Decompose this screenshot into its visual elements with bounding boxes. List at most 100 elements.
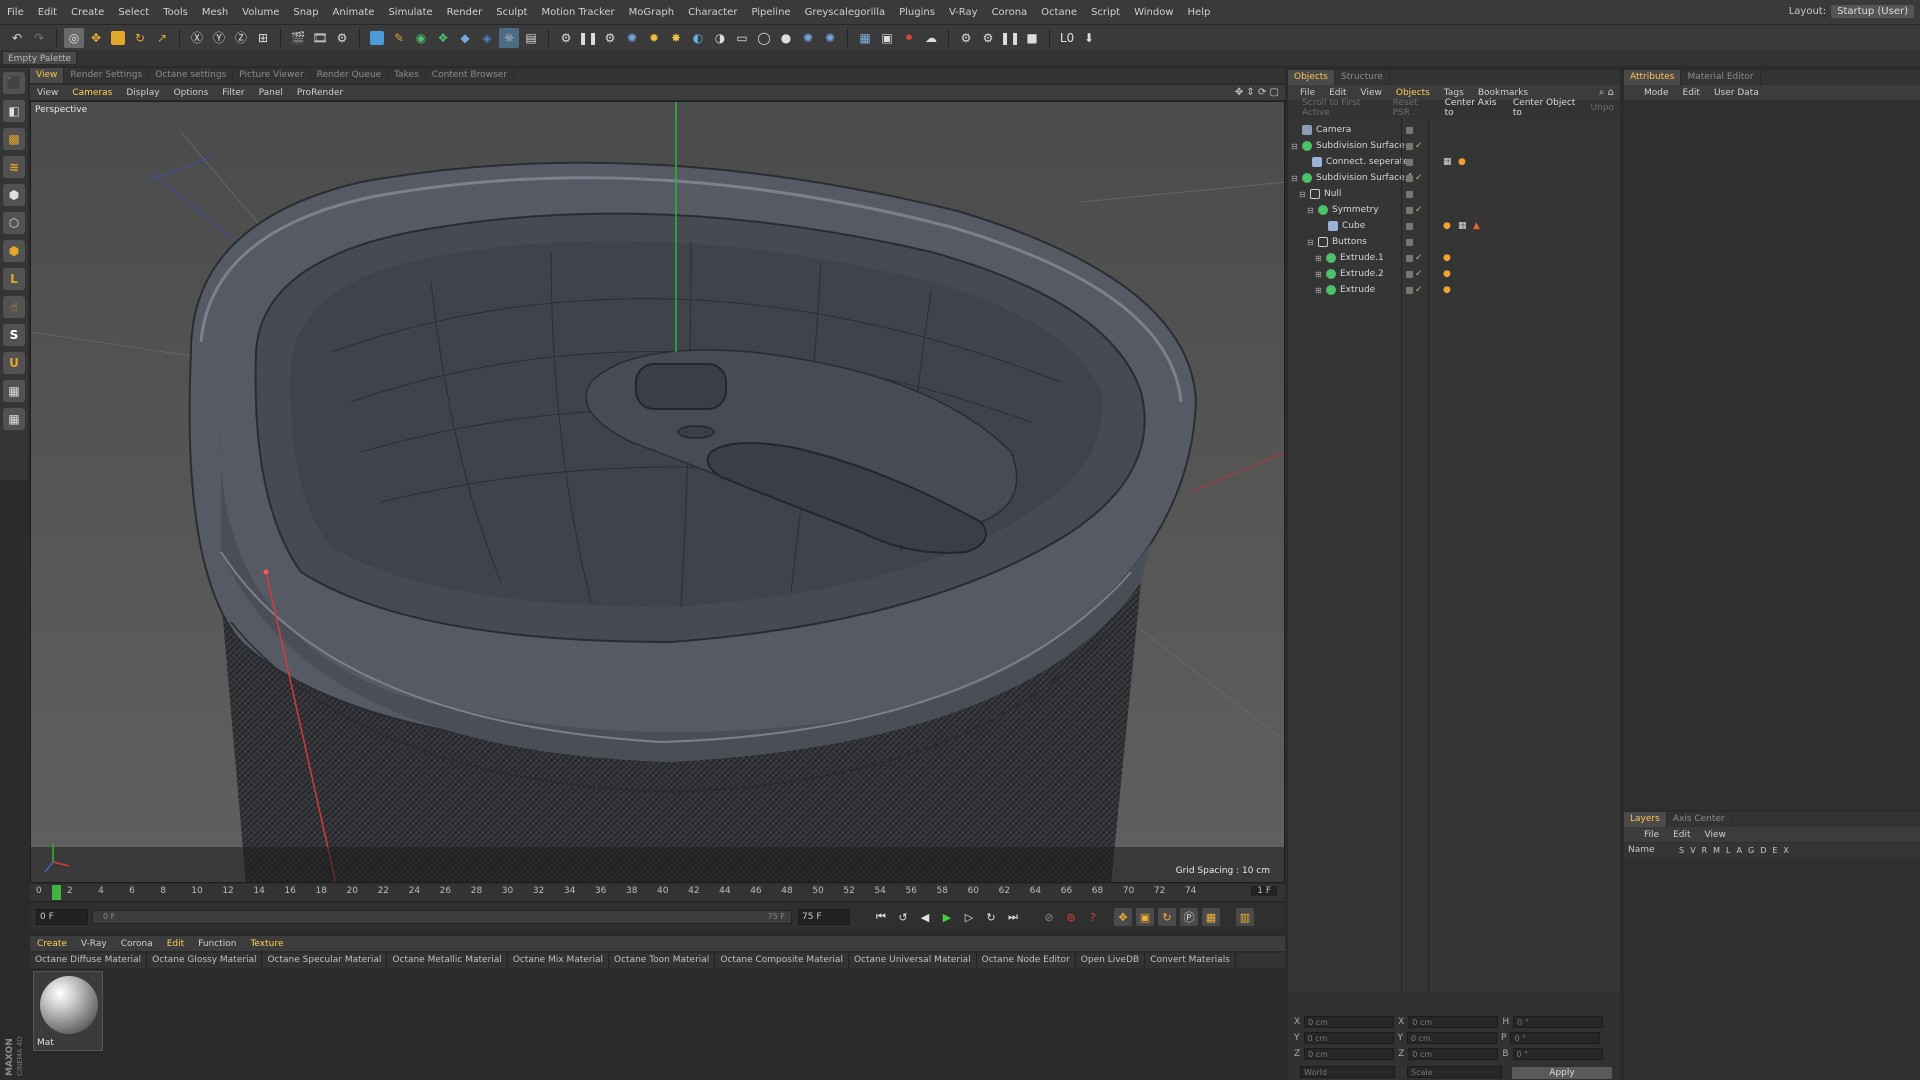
menu-motion-tracker[interactable]: Motion Tracker xyxy=(534,7,621,18)
rotate-icon[interactable]: ↻ xyxy=(130,28,150,48)
x-axis-icon[interactable]: Ⓧ xyxy=(187,28,207,48)
center-object-to-button[interactable]: Center Object to xyxy=(1507,98,1585,118)
layers-menu-edit[interactable]: Edit xyxy=(1666,830,1697,840)
light-object-icon[interactable]: ▤ xyxy=(521,28,541,48)
model-mode-icon[interactable]: ◧ xyxy=(3,100,25,122)
layer-flag-deformers[interactable]: D xyxy=(1757,846,1769,855)
autokey-icon[interactable]: ? xyxy=(1084,908,1102,926)
redo-icon[interactable]: ↷ xyxy=(29,28,49,48)
menu-help[interactable]: Help xyxy=(1181,7,1218,18)
tab-objects[interactable]: Objects xyxy=(1288,70,1336,85)
vray-grid-icon[interactable]: ▦ xyxy=(855,28,875,48)
go-to-start-icon[interactable]: ⏮ xyxy=(872,908,890,926)
octane-star2-icon[interactable]: ✺ xyxy=(820,28,840,48)
key-position-icon[interactable]: ✥ xyxy=(1114,908,1132,926)
material-menu-corona[interactable]: Corona xyxy=(114,939,160,949)
menu-file[interactable]: File xyxy=(0,7,31,18)
tab-takes[interactable]: Takes xyxy=(388,68,426,83)
cube-primitive-icon[interactable] xyxy=(367,28,387,48)
render-picture-viewer-icon[interactable]: 🎞 xyxy=(310,28,330,48)
octane-universal-material-button[interactable]: Octane Universal Material xyxy=(849,953,977,968)
viewport-navigation-icon[interactable]: ✥ ⇕ ⟳ ▢ xyxy=(1235,87,1285,98)
layout-l0-icon[interactable]: L0 xyxy=(1057,28,1077,48)
undo-icon[interactable]: ↶ xyxy=(7,28,27,48)
objects-menu-file[interactable]: File xyxy=(1288,88,1322,98)
warning-tag-icon[interactable]: ▲ xyxy=(1473,221,1480,231)
timeline-ruler[interactable]: 0 2 4 6 8 10 12 14 16 18 20 22 24 26 28 30 32 34 36 38 40 42 4… xyxy=(30,884,1285,902)
axis-mode-icon[interactable]: L xyxy=(3,268,25,290)
tab-structure[interactable]: Structure xyxy=(1335,70,1390,85)
subdivision-icon[interactable]: ◉ xyxy=(411,28,431,48)
previous-key-icon[interactable]: ↺ xyxy=(894,908,912,926)
enabled-check-icon[interactable]: ✓ xyxy=(1415,269,1423,279)
objects-menu-objects[interactable]: Objects xyxy=(1389,88,1437,98)
menu-select[interactable]: Select xyxy=(111,7,156,18)
menu-sculpt[interactable]: Sculpt xyxy=(489,7,534,18)
key-scale-icon[interactable]: ▣ xyxy=(1136,908,1154,926)
objects-menu-tags[interactable]: Tags xyxy=(1437,88,1471,98)
menu-pipeline[interactable]: Pipeline xyxy=(744,7,797,18)
layers-menu-file[interactable]: File xyxy=(1624,830,1666,840)
material-menu-create[interactable]: Create xyxy=(30,939,74,949)
viewport-menu-view[interactable]: View xyxy=(30,88,65,98)
menu-volume[interactable]: Volume xyxy=(235,7,286,18)
layers-menu-view[interactable]: View xyxy=(1698,830,1733,840)
tweak-icon[interactable]: ☝ xyxy=(3,296,25,318)
apply-button[interactable]: Apply xyxy=(1512,1067,1612,1079)
attributes-menu-edit[interactable]: Edit xyxy=(1676,88,1707,98)
menu-window[interactable]: Window xyxy=(1127,7,1180,18)
phong-tag-icon[interactable]: ▦ xyxy=(1443,157,1452,167)
octane-sun-icon[interactable]: ✹ xyxy=(644,28,664,48)
size-y-field[interactable]: 0 cm xyxy=(1407,1032,1497,1044)
layout-dropdown[interactable]: Startup (User) xyxy=(1831,5,1914,18)
object-row-subdivision-surface[interactable]: ⊟ Subdivision Surface ✓ xyxy=(1288,138,1620,154)
objects-menu-edit[interactable]: Edit xyxy=(1322,88,1353,98)
visibility-icon[interactable] xyxy=(1406,142,1413,150)
object-row-extrude-1[interactable]: ⊞ Extrude.1 ✓ ● xyxy=(1288,250,1620,266)
position-x-field[interactable]: 0 cm xyxy=(1304,1016,1395,1028)
previous-frame-icon[interactable]: ◀ xyxy=(916,908,934,926)
tab-render-queue[interactable]: Render Queue xyxy=(311,68,389,83)
vray-camera-icon[interactable]: ▣ xyxy=(877,28,897,48)
visibility-icon[interactable] xyxy=(1406,126,1413,134)
octane-pause-icon[interactable]: ❚❚ xyxy=(578,28,598,48)
selection-tag-icon[interactable]: ● xyxy=(1443,221,1451,231)
z-axis-icon[interactable]: Ⓩ xyxy=(231,28,251,48)
visibility-icon[interactable] xyxy=(1406,238,1413,246)
object-row-extrude[interactable]: ⊞ Extrude ✓ ● xyxy=(1288,282,1620,298)
tab-view[interactable]: View xyxy=(30,68,65,83)
layer-flag-locked[interactable]: L xyxy=(1723,846,1733,855)
menu-character[interactable]: Character xyxy=(681,7,744,18)
octane-area-light-icon[interactable]: ▭ xyxy=(732,28,752,48)
visibility-icon[interactable] xyxy=(1406,174,1413,182)
snap-icon[interactable]: S xyxy=(3,324,25,346)
menu-tools[interactable]: Tools xyxy=(156,7,195,18)
object-row-extrude-2[interactable]: ⊞ Extrude.2 ✓ ● xyxy=(1288,266,1620,282)
tab-octane-settings[interactable]: Octane settings xyxy=(149,68,234,83)
octane-diffuse-material-button[interactable]: Octane Diffuse Material xyxy=(30,953,148,968)
tab-content-browser[interactable]: Content Browser xyxy=(426,68,514,83)
layer-flag-xref[interactable]: X xyxy=(1780,846,1791,855)
octane-glossy-material-button[interactable]: Octane Glossy Material xyxy=(147,953,263,968)
layer-flag-view[interactable]: V xyxy=(1687,846,1698,855)
menu-snap[interactable]: Snap xyxy=(286,7,325,18)
object-row-connect-seperate[interactable]: Connect. seperate ▦ ● xyxy=(1288,154,1620,170)
expand-icon[interactable]: ⊞ xyxy=(1315,254,1322,263)
layer-flag-generators[interactable]: G xyxy=(1745,846,1757,855)
size-z-field[interactable]: 0 cm xyxy=(1408,1048,1499,1060)
workplane-icon[interactable]: ≋ xyxy=(3,156,25,178)
collapse-icon[interactable]: ⊟ xyxy=(1307,238,1314,247)
octane-specular-material-button[interactable]: Octane Specular Material xyxy=(262,953,388,968)
coordinate-system-icon[interactable]: ⊞ xyxy=(253,28,273,48)
pen-spline-icon[interactable]: ✎ xyxy=(389,28,409,48)
tab-material-editor[interactable]: Material Editor xyxy=(1681,70,1761,85)
object-row-symmetry[interactable]: ⊟ Symmetry ✓ xyxy=(1288,202,1620,218)
search-icon[interactable]: ⌕ ⌂ xyxy=(1599,87,1620,98)
frame-range-slider[interactable]: 0 F 75 F xyxy=(92,910,792,924)
menu-create[interactable]: Create xyxy=(64,7,111,18)
phong-tag-icon[interactable]: ▦ xyxy=(1458,221,1467,231)
tab-layers[interactable]: Layers xyxy=(1624,812,1667,827)
menu-script[interactable]: Script xyxy=(1084,7,1127,18)
corona-pause-icon[interactable]: ❚❚ xyxy=(1000,28,1020,48)
octane-sunlight-icon[interactable]: ✸ xyxy=(666,28,686,48)
